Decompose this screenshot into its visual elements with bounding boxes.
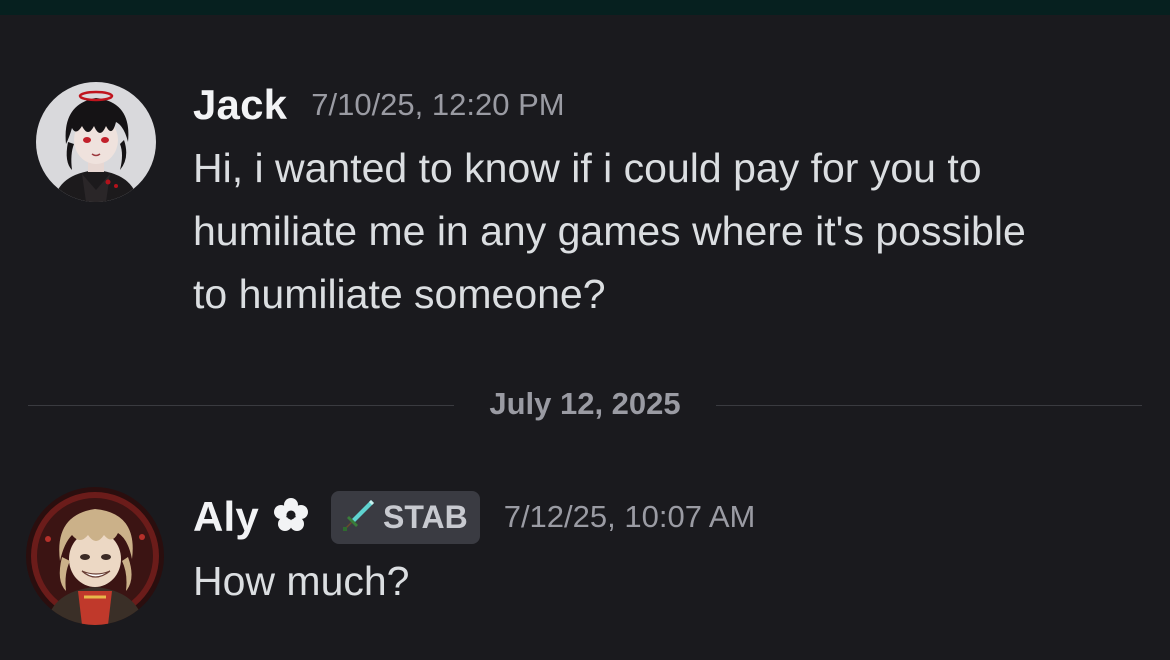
date-divider-label: July 12, 2025 (489, 386, 681, 421)
avatar-jack-image (36, 82, 156, 202)
guild-tag[interactable]: STAB (330, 490, 480, 544)
message-header: Aly STAB 7/12/25, 10:07 AM (193, 489, 755, 545)
message-header: Jack 7/10/25, 12:20 PM (193, 77, 565, 133)
flower-icon[interactable] (273, 497, 309, 538)
timestamp: 7/12/25, 10:07 AM (503, 499, 756, 534)
date-divider-line-left (28, 405, 454, 406)
timestamp: 7/10/25, 12:20 PM (311, 87, 565, 122)
guild-tag-label: STAB (382, 498, 468, 535)
message-content: Hi, i wanted to know if i could pay for … (193, 137, 1026, 326)
message-line: How much? (193, 558, 410, 604)
username[interactable]: Jack (193, 81, 287, 129)
avatar[interactable] (26, 487, 164, 625)
top-bar (0, 0, 1170, 15)
message-line: Hi, i wanted to know if i could pay for … (193, 145, 982, 191)
avatar[interactable] (36, 82, 156, 202)
avatar-aly-image (26, 487, 164, 625)
username[interactable]: Aly (193, 493, 259, 541)
sword-icon (341, 497, 377, 538)
message-content: How much? (193, 550, 409, 613)
message-line: humiliate me in any games where it's pos… (193, 208, 1026, 254)
date-divider-line-right (716, 405, 1142, 406)
message-line: to humiliate someone? (193, 271, 606, 317)
